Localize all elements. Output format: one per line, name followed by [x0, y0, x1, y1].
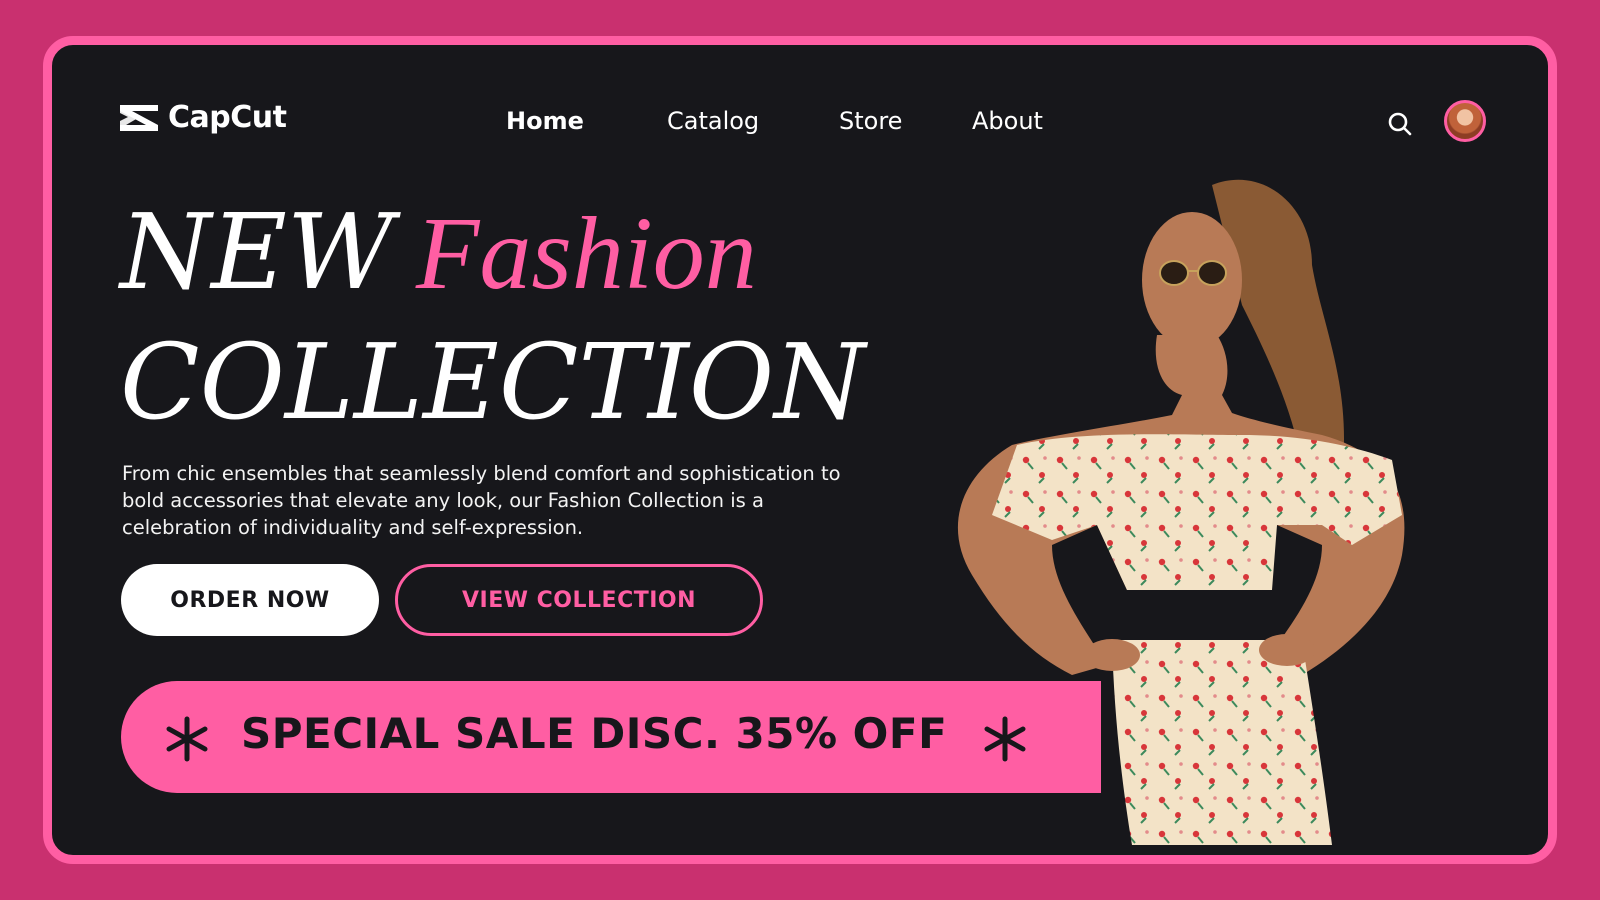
hero-panel: CapCut Home Catalog Store About NEW Fash… — [43, 36, 1557, 864]
headline-collection: COLLECTION — [120, 321, 866, 443]
nav-item-home[interactable]: Home — [506, 107, 584, 135]
brand-name: CapCut — [168, 100, 287, 135]
nav-item-catalog[interactable]: Catalog — [667, 107, 759, 135]
sale-banner-text: SPECIAL SALE DISC. 35% OFF — [241, 709, 948, 758]
hero-headline: NEW Fashion COLLECTION — [120, 200, 865, 434]
headline-new: NEW — [120, 191, 394, 313]
avatar[interactable] — [1444, 100, 1486, 142]
view-collection-button[interactable]: VIEW COLLECTION — [395, 564, 763, 636]
order-now-button[interactable]: ORDER NOW — [121, 564, 379, 636]
fashion-model-image — [957, 179, 1405, 845]
nav-item-store[interactable]: Store — [839, 107, 902, 135]
search-icon[interactable] — [1387, 111, 1413, 137]
nav-item-about[interactable]: About — [972, 107, 1043, 135]
capcut-logo-icon — [120, 104, 158, 131]
headline-fashion: Fashion — [415, 196, 757, 311]
brand-logo[interactable]: CapCut — [118, 100, 287, 135]
asterisk-icon — [166, 716, 208, 762]
hero-description: From chic ensembles that seamlessly blen… — [122, 462, 841, 539]
